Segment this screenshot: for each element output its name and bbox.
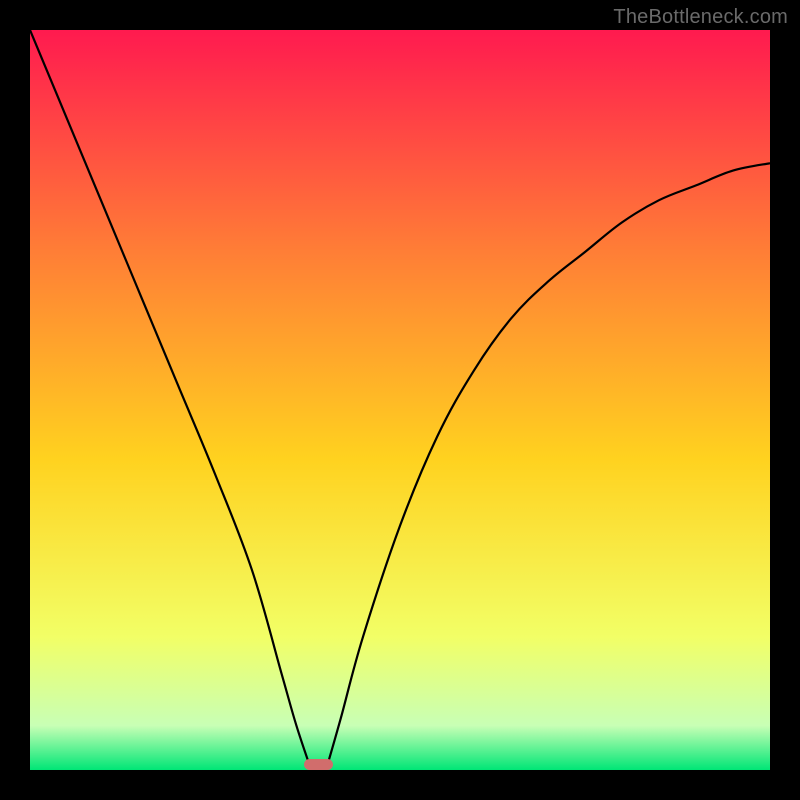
chart-frame: TheBottleneck.com: [0, 0, 800, 800]
curve-right-branch: [326, 163, 770, 770]
curve-left-branch: [30, 30, 311, 770]
bottleneck-curve: [30, 30, 770, 770]
optimal-marker: [304, 759, 334, 770]
plot-area: [30, 30, 770, 770]
watermark-text: TheBottleneck.com: [613, 6, 788, 29]
